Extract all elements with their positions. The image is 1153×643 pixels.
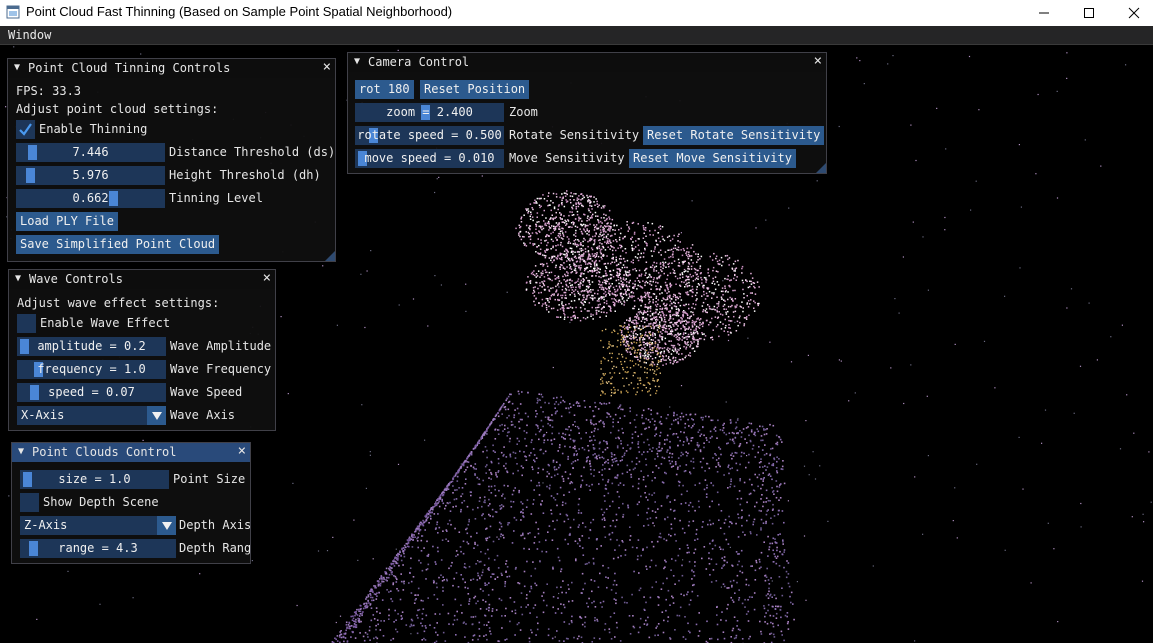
adjust-settings-text: Adjust point cloud settings: [16,102,219,116]
wave-controls-window[interactable]: ▼ Wave Controls × Adjust wave effect set… [8,269,276,431]
rotate-speed-value: rotate speed = 0.500 [357,128,502,142]
depth-range-slider[interactable]: range = 4.3 [20,539,176,558]
wave-amplitude-slider[interactable]: amplitude = 0.2 [17,337,166,356]
wave-amplitude-value: amplitude = 0.2 [37,339,146,353]
depth-range-label: Depth Range [179,541,250,555]
app-title-bar[interactable]: Point Cloud Fast Thinning (Based on Samp… [0,0,1153,26]
tinning-level-label: Tinning Level [169,191,263,205]
distance-threshold-value: 7.446 [72,145,109,159]
enable-thinning-checkbox[interactable] [16,120,35,139]
minimize-icon [1039,12,1049,14]
point-size-value: size = 1.0 [58,472,131,486]
tree-point-cloud [515,190,760,397]
camera-control-titlebar[interactable]: ▼ Camera Control × [348,53,826,72]
collapse-arrow-icon[interactable]: ▼ [14,62,20,73]
height-threshold-value: 5.976 [72,168,109,182]
maximize-button[interactable] [1066,0,1112,26]
rotate-sensitivity-label: Rotate Sensitivity [509,128,640,142]
point-clouds-control-window[interactable]: ▼ Point Clouds Control × size = 1.0 Poin… [11,442,251,564]
wave-frequency-label: Wave Frequency [170,362,272,376]
checkmark-icon [19,123,32,136]
distance-threshold-label: Distance Threshold (ds) [169,145,336,159]
reset-rotate-button[interactable]: Reset Rotate Sensitivity [643,126,825,145]
rotate-speed-slider[interactable]: rotate speed = 0.500 [355,126,504,145]
tinning-controls-window[interactable]: ▼ Point Cloud Tinning Controls × FPS: 33… [7,58,336,262]
point-clouds-control-titlebar[interactable]: ▼ Point Clouds Control × [12,443,250,462]
wave-speed-value: speed = 0.07 [48,385,135,399]
zoom-label: Zoom [509,105,538,119]
point-clouds-control-title: Point Clouds Control [32,445,177,459]
wave-controls-titlebar[interactable]: ▼ Wave Controls × [9,270,275,289]
save-simplified-button[interactable]: Save Simplified Point Cloud [16,235,220,254]
app-icon [6,5,20,19]
slider-grab[interactable] [28,145,37,160]
move-sensitivity-label: Move Sensitivity [509,151,625,165]
close-window-icon[interactable]: × [323,59,331,75]
wave-amplitude-label: Wave Amplitude [170,339,272,353]
fps-text: FPS: 33.3 [16,84,82,98]
move-speed-slider[interactable]: move speed = 0.010 [355,149,504,168]
close-window-icon[interactable]: × [814,53,822,69]
maximize-icon [1084,8,1094,18]
depth-axis-combo[interactable]: Z-Axis [20,516,176,535]
slider-grab[interactable] [20,339,29,354]
wave-axis-label: Wave Axis [170,408,236,422]
enable-wave-checkbox[interactable] [17,314,36,333]
dropdown-arrow-icon[interactable] [157,516,176,535]
slider-grab[interactable] [29,541,38,556]
wave-axis-combo[interactable]: X-Axis [17,406,166,425]
tinning-level-value: 0.662 [72,191,109,205]
enable-wave-label: Enable Wave Effect [40,316,171,330]
tinning-level-slider[interactable]: 0.662 [16,189,165,208]
zoom-slider[interactable]: zoom = 2.400 [355,103,504,122]
distance-threshold-slider[interactable]: 7.446 [16,143,165,162]
wave-axis-value: X-Axis [21,408,65,422]
box-point-cloud [331,390,795,643]
wave-frequency-slider[interactable]: frequency = 1.0 [17,360,166,379]
slider-grab[interactable] [109,191,118,206]
camera-control-title: Camera Control [368,55,470,69]
point-size-label: Point Size [173,472,246,486]
zoom-value: zoom = 2.400 [386,105,473,119]
slider-grab[interactable] [26,168,35,183]
depth-axis-value: Z-Axis [24,518,68,532]
menu-bar: Window [0,26,1153,45]
tinning-controls-title: Point Cloud Tinning Controls [28,61,231,75]
app-title: Point Cloud Fast Thinning (Based on Samp… [26,4,453,19]
resize-grip[interactable] [816,163,826,173]
resize-grip[interactable] [325,251,335,261]
collapse-arrow-icon[interactable]: ▼ [18,446,24,457]
depth-range-value: range = 4.3 [58,541,138,555]
height-threshold-slider[interactable]: 5.976 [16,166,165,185]
menu-window[interactable]: Window [8,28,51,42]
move-speed-value: move speed = 0.010 [364,151,495,165]
depth-axis-label: Depth Axis [179,518,250,532]
show-depth-scene-label: Show Depth Scene [43,495,159,509]
collapse-arrow-icon[interactable]: ▼ [354,56,360,67]
tinning-controls-titlebar[interactable]: ▼ Point Cloud Tinning Controls × [8,59,335,78]
close-window-icon[interactable]: × [238,443,246,459]
point-size-slider[interactable]: size = 1.0 [20,470,169,489]
wave-frequency-value: frequency = 1.0 [37,362,146,376]
rot-180-button[interactable]: rot 180 [355,80,414,99]
close-icon [1128,7,1140,19]
reset-position-button[interactable]: Reset Position [420,80,530,99]
collapse-arrow-icon[interactable]: ▼ [15,273,21,284]
minimize-button[interactable] [1021,0,1067,26]
wave-speed-slider[interactable]: speed = 0.07 [17,383,166,402]
close-button[interactable] [1111,0,1153,26]
reset-move-button[interactable]: Reset Move Sensitivity [629,149,796,168]
wave-speed-label: Wave Speed [170,385,243,399]
height-threshold-label: Height Threshold (dh) [169,168,321,182]
camera-control-window[interactable]: ▼ Camera Control × rot 180 Reset Positio… [347,52,827,174]
wave-controls-title: Wave Controls [29,272,123,286]
adjust-wave-text: Adjust wave effect settings: [17,296,220,310]
dropdown-arrow-icon[interactable] [147,406,166,425]
close-window-icon[interactable]: × [263,270,271,286]
load-ply-button[interactable]: Load PLY File [16,212,118,231]
show-depth-scene-checkbox[interactable] [20,493,39,512]
slider-grab[interactable] [23,472,32,487]
enable-thinning-label: Enable Thinning [39,122,148,136]
slider-grab[interactable] [30,385,39,400]
